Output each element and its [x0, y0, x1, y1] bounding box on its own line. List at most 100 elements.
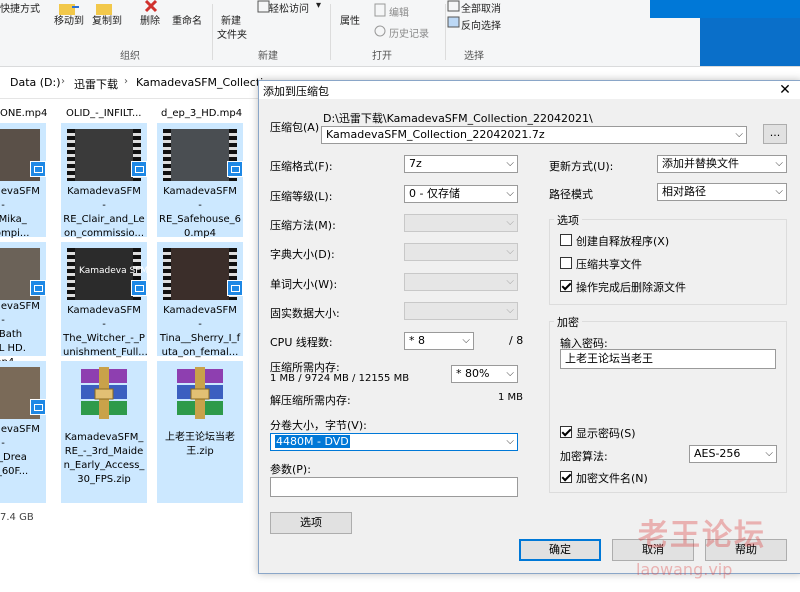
- file-item[interactable]: KamadevaSFM - RE_Safehouse_6 0.mp4: [157, 123, 243, 239]
- chevron-down-icon: ⌵: [506, 276, 514, 287]
- copy-to-button[interactable]: 复制到: [92, 12, 122, 27]
- split-size-combobox[interactable]: 4480M - DVD ⌵: [270, 433, 518, 451]
- video-badge-icon: [227, 161, 243, 177]
- memory-percent-select[interactable]: * 80% ⌵: [451, 365, 518, 383]
- chevron-right-icon[interactable]: ›: [124, 76, 128, 87]
- file-item[interactable]: KamadevaSFM - xy Bath FULL HD. mp4: [0, 242, 46, 368]
- file-name: KamadevaSFM - Tina__Sherry_I_f uta_on_fe…: [159, 305, 241, 358]
- path-mode-select[interactable]: 相对路径 ⌵: [657, 183, 787, 201]
- chevron-down-icon[interactable]: ⌵: [462, 333, 470, 349]
- cpu-threads-total: / 8: [509, 334, 524, 347]
- format-select[interactable]: 7z ⌵: [404, 155, 518, 173]
- dialog-titlebar[interactable]: 添加到压缩包 ✕: [259, 81, 800, 99]
- level-label: 压缩等级(L):: [270, 190, 333, 203]
- encrypt-filenames-label[interactable]: 加密文件名(N): [576, 470, 648, 486]
- video-thumbnail: [163, 248, 237, 300]
- split-size-label: 分卷大小，字节(V):: [270, 419, 367, 432]
- options-button[interactable]: 选项: [270, 512, 352, 534]
- edit-button[interactable]: 编辑: [389, 4, 409, 19]
- close-button[interactable]: ✕: [771, 81, 799, 99]
- cpu-threads-label: CPU 线程数:: [270, 336, 333, 349]
- delete-after-label[interactable]: 操作完成后删除源文件: [576, 279, 686, 295]
- file-item[interactable]: KamadevaSFM - ow_Mika_ u_Compi...: [0, 123, 46, 239]
- video-badge-icon: [227, 280, 243, 296]
- quick-access-label[interactable]: 快捷方式: [0, 0, 40, 15]
- dictionary-size-select[interactable]: ⌵: [404, 243, 518, 261]
- chevron-down-icon[interactable]: ⌵: [775, 184, 783, 200]
- file-item[interactable]: 上老王论坛当老 王.zip: [157, 361, 243, 503]
- history-button[interactable]: 历史记录: [389, 25, 429, 40]
- chevron-down-icon[interactable]: ⌵: [506, 156, 514, 172]
- status-text: 7.4 GB: [0, 512, 34, 523]
- video-badge-icon: [30, 399, 46, 415]
- archive-directory: D:\迅雷下载\KamadevaSFM_Collection_22042021\: [323, 112, 593, 125]
- rename-button[interactable]: 重命名: [172, 12, 202, 27]
- status-bar: 7.4 GB: [0, 510, 258, 530]
- parameters-input[interactable]: [270, 477, 518, 497]
- select-none-button[interactable]: 全部取消: [461, 0, 501, 15]
- update-mode-value: 添加并替换文件: [662, 157, 739, 170]
- chevron-down-icon: ⌵: [506, 246, 514, 257]
- file-list: ONE.mp4 OLID_-_INFILT... d_ep_3_HD.mp4 K…: [0, 99, 258, 504]
- breadcrumb-item[interactable]: KamadevaSFM_Collectio: [136, 76, 270, 89]
- update-mode-select[interactable]: 添加并替换文件 ⌵: [657, 155, 787, 173]
- compress-shared-label[interactable]: 压缩共享文件: [576, 256, 642, 272]
- solid-block-select[interactable]: ⌵: [404, 302, 518, 320]
- file-caption[interactable]: OLID_-_INFILT...: [66, 108, 141, 119]
- chevron-down-icon[interactable]: ⌵: [735, 127, 743, 143]
- create-sfx-checkbox[interactable]: [560, 234, 572, 246]
- cpu-threads-select[interactable]: * 8 ⌵: [404, 332, 474, 350]
- file-caption[interactable]: ONE.mp4: [0, 108, 47, 119]
- chevron-down-icon[interactable]: ⌵: [506, 186, 514, 202]
- new-folder-label-1[interactable]: 新建: [221, 12, 241, 27]
- memory-percent-value: * 80%: [456, 367, 490, 380]
- ok-button[interactable]: 确定: [519, 539, 601, 561]
- show-password-checkbox[interactable]: [560, 426, 572, 438]
- file-item[interactable]: Kamadeva SFM KamadevaSFM - The_Witcher_-…: [61, 242, 148, 358]
- move-to-button[interactable]: 移动到: [54, 12, 84, 27]
- encryption-method-select[interactable]: AES-256 ⌵: [689, 445, 777, 463]
- show-password-label[interactable]: 显示密码(S): [576, 425, 636, 441]
- video-badge-icon: [30, 280, 46, 296]
- encryption-method-value: AES-256: [694, 447, 741, 460]
- dialog-title: 添加到压缩包: [263, 85, 329, 98]
- watermark-url: laowang.vip: [636, 560, 733, 579]
- file-item[interactable]: KamadevaSFM - RE_Clair_and_Le on_commiss…: [61, 123, 147, 239]
- breadcrumb-item[interactable]: 迅雷下载: [74, 76, 118, 92]
- breadcrumb-item[interactable]: Data (D:): [10, 76, 61, 89]
- easy-access-dropdown-icon[interactable]: ▾: [316, 0, 321, 11]
- archive-name-combobox[interactable]: KamadevaSFM_Collection_22042021.7z ⌵: [321, 126, 747, 144]
- compress-shared-checkbox[interactable]: [560, 257, 572, 269]
- chevron-right-icon[interactable]: ›: [61, 76, 65, 87]
- method-select[interactable]: ⌵: [404, 214, 518, 232]
- decompress-memory-value: 1 MB: [498, 392, 524, 403]
- file-item[interactable]: KamadevaSFM - fers_Drea 30p_60F...: [0, 361, 46, 503]
- archive-label: 压缩包(A): [270, 121, 320, 134]
- chevron-down-icon[interactable]: ⌵: [775, 156, 783, 172]
- chevron-down-icon[interactable]: ⌵: [765, 446, 773, 462]
- history-icon: [374, 25, 386, 37]
- file-item[interactable]: KamadevaSFM_ RE_-_3rd_Maide n_Early_Acce…: [61, 361, 147, 503]
- video-badge-icon: [131, 280, 147, 296]
- file-name: KamadevaSFM - fers_Drea 30p_60F...: [0, 424, 40, 477]
- chevron-down-icon[interactable]: ⌵: [506, 434, 514, 450]
- file-item[interactable]: KamadevaSFM - Tina__Sherry_I_f uta_on_fe…: [157, 242, 243, 358]
- chevron-down-icon[interactable]: ⌵: [506, 366, 514, 382]
- easy-access-button[interactable]: 轻松访问: [269, 0, 309, 15]
- file-caption[interactable]: d_ep_3_HD.mp4: [161, 108, 242, 119]
- invert-selection-button[interactable]: 反向选择: [461, 17, 501, 32]
- solid-block-label: 固实数据大小:: [270, 307, 340, 320]
- delete-button[interactable]: 删除: [140, 12, 160, 27]
- properties-button[interactable]: 属性: [340, 12, 360, 27]
- create-sfx-label[interactable]: 创建自释放程序(X): [576, 233, 669, 249]
- delete-after-checkbox[interactable]: [560, 280, 572, 292]
- password-input[interactable]: 上老王论坛当老王: [560, 349, 776, 369]
- level-select[interactable]: 0 - 仅存储 ⌵: [404, 185, 518, 203]
- new-folder-label-2[interactable]: 文件夹: [217, 26, 247, 41]
- archive-name-value: KamadevaSFM_Collection_22042021.7z: [326, 128, 545, 141]
- ribbon-divider: [330, 4, 331, 60]
- browse-button[interactable]: ...: [763, 124, 787, 144]
- word-size-select[interactable]: ⌵: [404, 273, 518, 291]
- encrypt-filenames-checkbox[interactable]: [560, 471, 572, 483]
- chevron-down-icon: ⌵: [506, 217, 514, 228]
